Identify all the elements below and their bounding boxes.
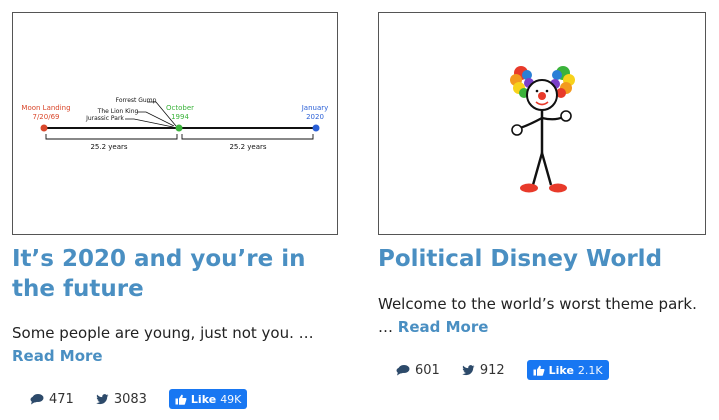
post-stats: 601 912 Like 2.1K xyxy=(396,360,609,380)
right-event-label: January xyxy=(301,104,329,112)
clown-illustration xyxy=(510,66,575,193)
like-count: 2.1K xyxy=(577,363,603,377)
tweets-count: 3083 xyxy=(113,391,147,407)
movie-label-jurassic-park: Jurassic Park xyxy=(85,115,124,122)
post-stats: 471 3083 Like 49K xyxy=(30,389,248,409)
comment-icon xyxy=(396,365,410,376)
like-label: Like xyxy=(190,392,217,406)
twitter-bird-icon xyxy=(96,393,109,404)
comments-count: 601 xyxy=(415,362,440,378)
comments-count-link[interactable]: 601 xyxy=(396,363,440,378)
like-count: 49K xyxy=(220,392,242,406)
post-thumbnail-timeline[interactable]: Moon Landing 7/20/69 October 1994 Januar… xyxy=(12,12,338,235)
like-label: Like xyxy=(548,363,574,377)
read-more-link[interactable]: Read More xyxy=(398,318,489,336)
right-date-label: 2020 xyxy=(306,113,324,121)
facebook-like-button[interactable]: Like 2.1K xyxy=(526,360,609,380)
movie-label-lion-king: The Lion King xyxy=(97,108,139,115)
mid-date-label: 1994 xyxy=(171,113,189,121)
mid-event-label: October xyxy=(166,104,194,112)
facebook-like-button[interactable]: Like 49K xyxy=(168,389,248,409)
post-excerpt: Welcome to the world’s worst theme park.… xyxy=(378,293,706,339)
left-date-label: 7/20/69 xyxy=(33,113,60,121)
read-more-link[interactable]: Read More xyxy=(12,347,103,365)
comments-count-link[interactable]: 471 xyxy=(30,392,74,407)
comments-count: 471 xyxy=(49,391,74,407)
left-event-label: Moon Landing xyxy=(21,104,70,112)
thumbs-up-icon xyxy=(533,365,545,376)
span-left-label: 25.2 years xyxy=(90,143,127,151)
post-excerpt: Some people are young, just not you. … R… xyxy=(12,322,347,368)
twitter-bird-icon xyxy=(462,364,475,375)
span-right-label: 25.2 years xyxy=(229,143,266,151)
comment-icon xyxy=(30,394,44,405)
post-excerpt-text: Some people are young, just not you. … xyxy=(12,324,314,342)
movie-label-forrest-gump: Forrest Gump xyxy=(116,97,157,104)
timeline-illustration: Moon Landing 7/20/69 October 1994 Januar… xyxy=(21,97,329,151)
tweets-count-link[interactable]: 912 xyxy=(462,363,505,378)
tweets-count: 912 xyxy=(479,362,505,378)
tweets-count-link[interactable]: 3083 xyxy=(96,392,147,407)
thumbs-up-icon xyxy=(175,394,187,405)
post-title[interactable]: It’s 2020 and you’re in the future xyxy=(12,244,348,304)
post-thumbnail-clown[interactable] xyxy=(378,12,706,235)
post-title[interactable]: Political Disney World xyxy=(378,244,706,274)
